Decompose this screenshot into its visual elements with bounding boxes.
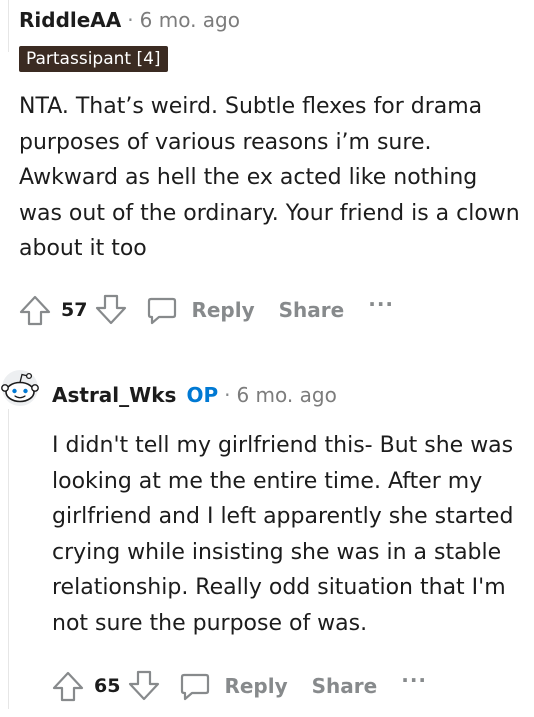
vote-count: 65	[94, 675, 121, 697]
username[interactable]: RiddleAA	[19, 8, 121, 32]
more-options-icon[interactable]: ···	[368, 294, 394, 314]
snoo-avatar-icon	[1, 370, 39, 406]
reply-button[interactable]: Reply	[145, 293, 255, 327]
separator-dot: ·	[127, 8, 134, 32]
upvote-icon[interactable]	[50, 668, 86, 704]
separator-dot: ·	[224, 383, 231, 407]
timestamp[interactable]: 6 mo. ago	[140, 8, 240, 32]
op-badge: OP	[186, 383, 219, 407]
comment-actions: 57 Reply Share ···	[17, 290, 394, 330]
reply-label: Reply	[224, 674, 288, 698]
share-button[interactable]: Share	[279, 298, 345, 322]
share-button[interactable]: Share	[312, 674, 378, 698]
thread-line[interactable]	[8, 0, 9, 52]
reply-icon	[178, 669, 212, 703]
comment-meta: Astral_Wks OP · 6 mo. ago	[52, 383, 337, 407]
reply-icon	[145, 293, 179, 327]
reply-label: Reply	[191, 298, 255, 322]
username[interactable]: Astral_Wks	[52, 383, 176, 407]
timestamp[interactable]: 6 mo. ago	[236, 383, 336, 407]
downvote-icon[interactable]	[126, 668, 162, 704]
reply-button[interactable]: Reply	[178, 669, 288, 703]
avatar[interactable]	[0, 368, 40, 408]
downvote-icon[interactable]	[93, 292, 129, 328]
more-options-icon[interactable]: ···	[401, 670, 427, 690]
comment-meta: RiddleAA · 6 mo. ago	[19, 8, 240, 32]
vote-count: 57	[61, 299, 88, 321]
upvote-icon[interactable]	[17, 292, 53, 328]
comment-actions: 65 Reply Share ···	[50, 666, 427, 706]
comment-body: NTA. That’s weird. Subtle flexes for dra…	[19, 94, 520, 261]
comment-body: I didn't tell my girlfriend this- But sh…	[52, 433, 514, 636]
user-flair: Partassipant [4]	[19, 46, 168, 72]
thread-line[interactable]	[8, 409, 9, 709]
